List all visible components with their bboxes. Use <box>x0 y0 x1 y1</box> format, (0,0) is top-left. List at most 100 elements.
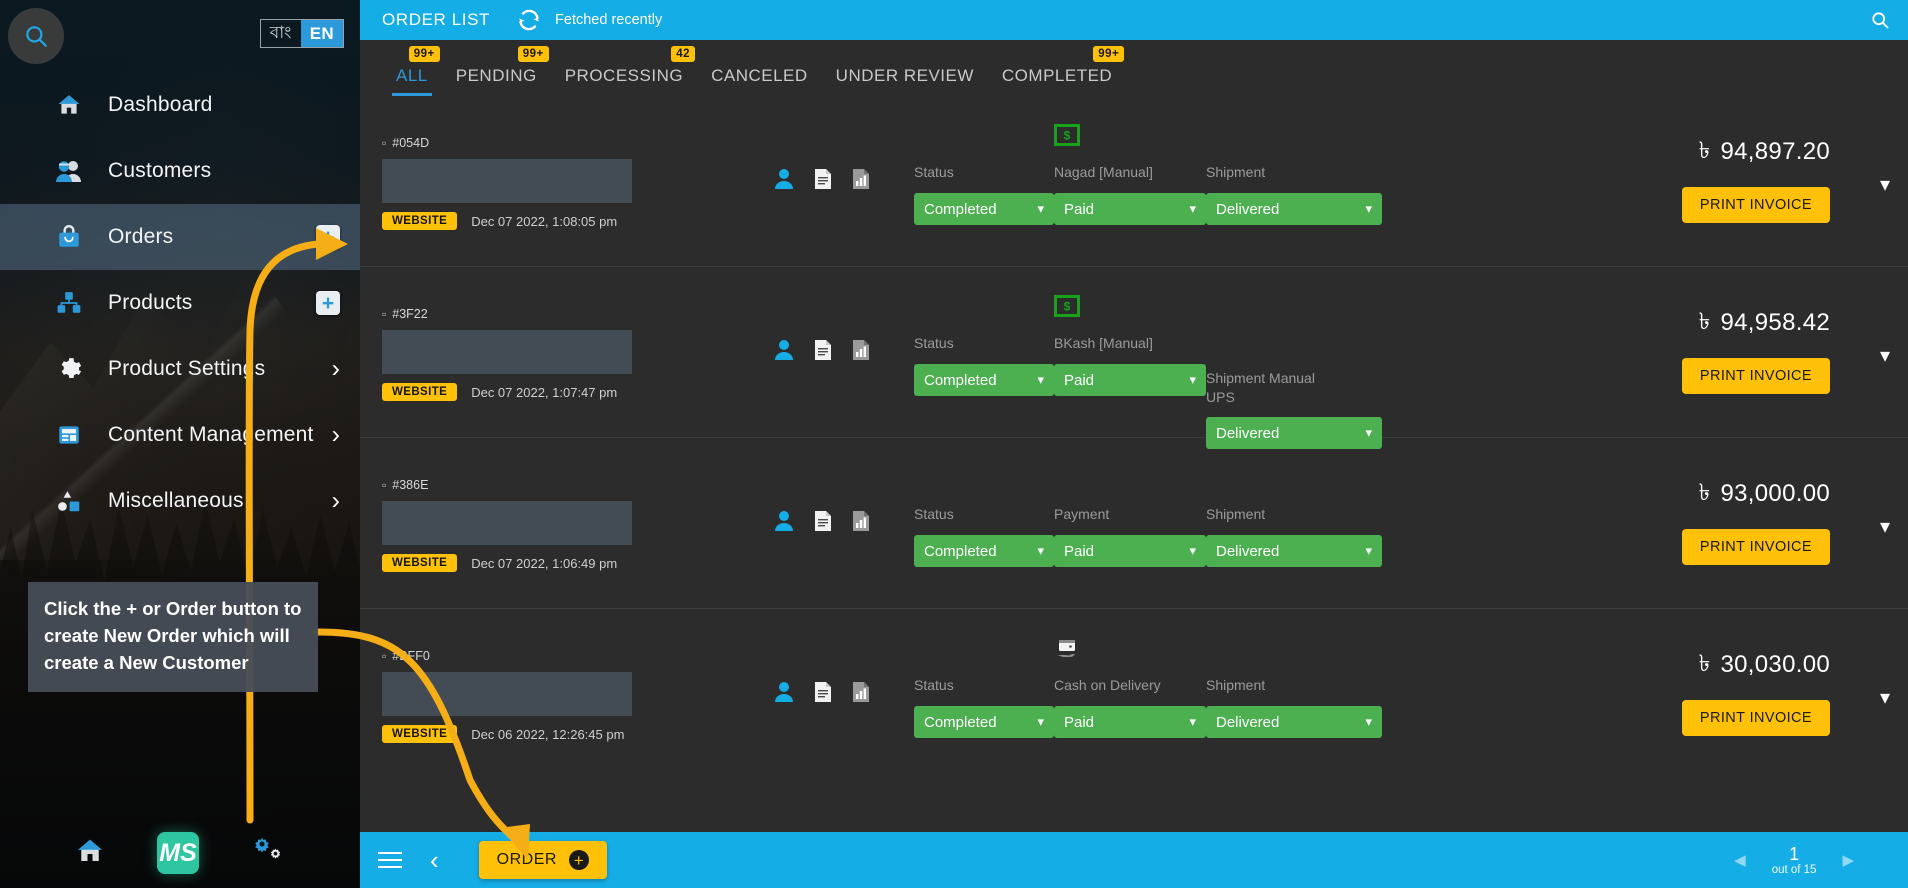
global-search-button[interactable] <box>1870 10 1890 30</box>
add-product-button[interactable]: + <box>316 291 340 315</box>
sidebar-item-product-settings[interactable]: Product Settings › <box>0 336 360 402</box>
source-badge: WEBSITE <box>382 212 458 230</box>
tab-badge: 99+ <box>517 46 549 62</box>
amount-value: 94,897.20 <box>1720 137 1830 165</box>
main-panel: ORDER LIST Fetched recently ALL 99+ PEND… <box>360 0 1908 888</box>
chevron-right-icon[interactable]: › <box>332 422 340 448</box>
tab-under-review[interactable]: UNDER REVIEW <box>822 66 988 96</box>
print-invoice-button[interactable]: PRINT INVOICE <box>1681 529 1830 565</box>
language-option-english[interactable]: EN <box>300 20 343 47</box>
table-row[interactable]: ▫ #3F22 WEBSITE Dec 07 2022, 1:07:47 pm <box>360 267 1908 449</box>
expand-row-chevron-icon[interactable]: ▾ <box>1880 514 1890 539</box>
shipment-select[interactable]: Delivered ▾ <box>1206 706 1382 738</box>
report-chart-icon[interactable] <box>852 339 870 361</box>
row-action-icons <box>774 267 914 361</box>
amount-value: 93,000.00 <box>1720 479 1830 507</box>
invoice-document-icon[interactable] <box>814 510 832 532</box>
sidebar-misc-actions: › <box>332 488 340 514</box>
customer-placeholder <box>382 672 632 716</box>
payment-select[interactable]: Paid ▾ <box>1054 364 1206 396</box>
sidebar-item-miscellaneous[interactable]: Miscellaneous › <box>0 468 360 534</box>
tab-label: UNDER REVIEW <box>835 66 974 85</box>
invoice-document-icon[interactable] <box>814 168 832 190</box>
table-row[interactable]: ▫ #054D WEBSITE Dec 07 2022, 1:08:05 pm <box>360 96 1908 267</box>
tab-completed[interactable]: COMPLETED 99+ <box>988 46 1126 96</box>
status-select[interactable]: Completed ▾ <box>914 364 1054 396</box>
report-chart-icon[interactable] <box>852 168 870 190</box>
tag-icon: ▫ <box>382 307 387 321</box>
cash-on-delivery-icon <box>1054 637 1080 668</box>
shipment-select[interactable]: Delivered ▾ <box>1206 535 1382 567</box>
chevron-down-icon: ▾ <box>1189 372 1196 387</box>
print-invoice-button[interactable]: PRINT INVOICE <box>1681 358 1830 394</box>
report-chart-icon[interactable] <box>852 681 870 703</box>
tab-badge: 99+ <box>1093 46 1125 62</box>
next-page-button[interactable]: ▶ <box>1842 851 1854 869</box>
sidebar-item-products[interactable]: Products + <box>0 270 360 336</box>
add-order-button[interactable]: + <box>316 225 340 249</box>
sidebar-search-button[interactable] <box>8 8 64 64</box>
expand-row-chevron-icon[interactable]: ▾ <box>1880 685 1890 710</box>
hamburger-icon[interactable] <box>378 852 402 868</box>
order-amount: ৳ 30,030.00 <box>1699 645 1830 684</box>
page-indicator: 1 out of 15 <box>1772 844 1817 876</box>
expand-row-chevron-icon[interactable]: ▾ <box>1880 343 1890 368</box>
settings-gears-icon[interactable] <box>251 836 285 871</box>
sidebar-item-orders[interactable]: Orders + <box>0 204 360 270</box>
refresh-button[interactable] <box>516 9 542 31</box>
status-select[interactable]: Completed ▾ <box>914 193 1054 225</box>
chevron-left-icon[interactable]: ‹ <box>430 847 439 873</box>
customer-icon[interactable] <box>774 510 794 532</box>
table-row[interactable]: ▫ #BFF0 WEBSITE Dec 06 2022, 12:26:45 pm <box>360 609 1908 780</box>
language-toggle[interactable]: বাং EN <box>259 19 344 48</box>
customer-icon[interactable] <box>774 168 794 190</box>
status-select[interactable]: Completed ▾ <box>914 535 1054 567</box>
chevron-down-icon: ▾ <box>1365 543 1372 558</box>
table-row[interactable]: ▫ #386E WEBSITE Dec 07 2022, 1:06:49 pm <box>360 438 1908 609</box>
tab-pending[interactable]: PENDING 99+ <box>442 46 551 96</box>
tag-icon: ▫ <box>382 478 387 492</box>
customer-placeholder <box>382 330 632 374</box>
customer-icon[interactable] <box>774 339 794 361</box>
order-payment-cell: $ BKash [Manual] Paid ▾ <box>1054 267 1206 396</box>
chevron-down-icon: ▾ <box>1037 201 1044 216</box>
amount-value: 30,030.00 <box>1720 650 1830 678</box>
svg-text:$: $ <box>1064 129 1071 143</box>
payment-select[interactable]: Paid ▾ <box>1054 535 1206 567</box>
shipment-select[interactable]: Delivered ▾ <box>1206 193 1382 225</box>
sidebar-item-customers[interactable]: Customers <box>0 138 360 204</box>
report-chart-icon[interactable] <box>852 510 870 532</box>
payment-select[interactable]: Paid ▾ <box>1054 193 1206 225</box>
home-icon[interactable] <box>75 836 105 871</box>
print-invoice-button[interactable]: PRINT INVOICE <box>1681 187 1830 223</box>
status-select[interactable]: Completed ▾ <box>914 706 1054 738</box>
refresh-icon <box>519 9 540 31</box>
prev-page-button[interactable]: ◀ <box>1734 851 1746 869</box>
ms-logo[interactable]: MS <box>157 832 199 874</box>
new-order-label: ORDER <box>496 851 557 868</box>
sidebar-bottom-bar: MS <box>0 832 360 874</box>
tab-processing[interactable]: PROCESSING 42 <box>551 46 697 96</box>
tab-canceled[interactable]: CANCELED <box>697 66 822 96</box>
chevron-right-icon[interactable]: › <box>332 488 340 514</box>
invoice-document-icon[interactable] <box>814 339 832 361</box>
chevron-right-icon[interactable]: › <box>332 356 340 382</box>
money-bill-icon: $ <box>1054 295 1080 322</box>
print-invoice-button[interactable]: PRINT INVOICE <box>1681 700 1830 736</box>
new-order-button[interactable]: ORDER + <box>478 841 607 879</box>
search-icon <box>26 26 47 47</box>
sidebar-item-dashboard[interactable]: Dashboard <box>0 72 360 138</box>
customer-icon[interactable] <box>774 681 794 703</box>
language-option-bangla[interactable]: বাং <box>261 20 301 47</box>
fetch-status: Fetched recently <box>555 12 663 28</box>
source-badge: WEBSITE <box>382 383 458 401</box>
order-status-tabs: ALL 99+ PENDING 99+ PROCESSING 42 CANCEL… <box>360 40 1908 96</box>
plus-icon: + <box>568 850 589 870</box>
tab-all[interactable]: ALL 99+ <box>382 46 442 96</box>
sidebar-item-content-management[interactable]: Content Management › <box>0 402 360 468</box>
sidebar-item-label: Customers <box>108 159 212 182</box>
payment-select[interactable]: Paid ▾ <box>1054 706 1206 738</box>
expand-row-chevron-icon[interactable]: ▾ <box>1880 172 1890 197</box>
order-id: #386E <box>392 478 429 492</box>
invoice-document-icon[interactable] <box>814 681 832 703</box>
